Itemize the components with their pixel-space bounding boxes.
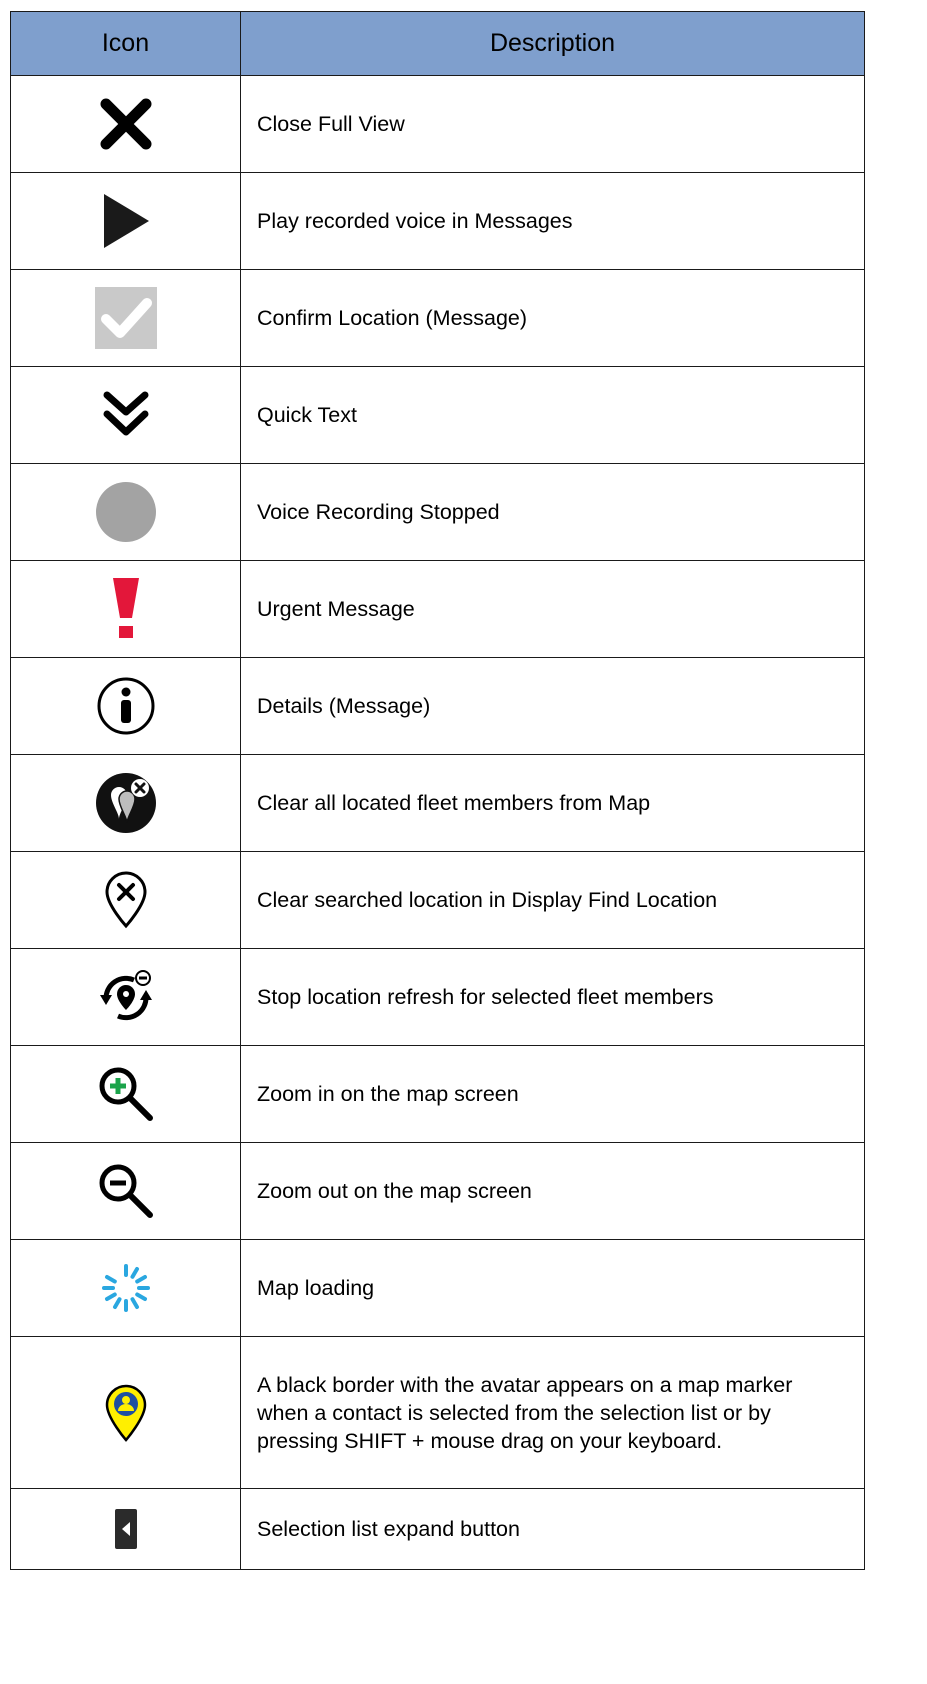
table-row: Zoom out on the map screen xyxy=(10,1142,865,1240)
description-cell: Close Full View xyxy=(240,75,865,173)
zoom-in-icon xyxy=(96,1064,156,1124)
loading-spinner-icon xyxy=(100,1262,152,1314)
table-row: Play recorded voice in Messages xyxy=(10,172,865,270)
gray-circle-icon xyxy=(95,481,157,543)
description-cell: Play recorded voice in Messages xyxy=(240,172,865,270)
icon-column-header: Icon xyxy=(10,11,241,76)
info-icon xyxy=(96,676,156,736)
play-icon xyxy=(101,194,151,248)
table-row: Clear all located fleet members from Map xyxy=(10,754,865,852)
icon-reference-table: Icon Description Close Full View Play re… xyxy=(10,11,865,1570)
clear-fleet-members-icon xyxy=(94,771,158,835)
table-row: Confirm Location (Message) xyxy=(10,269,865,367)
checkmark-icon xyxy=(94,287,157,349)
description-cell: Selection list expand button xyxy=(240,1488,865,1570)
table-row: Clear searched location in Display Find … xyxy=(10,851,865,949)
stop-refresh-icon xyxy=(96,967,156,1027)
table-row: Selection list expand button xyxy=(10,1488,865,1570)
description-cell: A black border with the avatar appears o… xyxy=(240,1336,865,1489)
table-row: Map loading xyxy=(10,1239,865,1337)
table-row: Details (Message) xyxy=(10,657,865,755)
table-row: Close Full View xyxy=(10,75,865,173)
table-row: A black border with the avatar appears o… xyxy=(10,1336,865,1489)
description-cell: Zoom out on the map screen xyxy=(240,1142,865,1240)
table-row: Voice Recording Stopped xyxy=(10,463,865,561)
description-cell: Voice Recording Stopped xyxy=(240,463,865,561)
expand-arrow-icon xyxy=(114,1509,137,1549)
description-cell: Clear searched location in Display Find … xyxy=(240,851,865,949)
table-row: Zoom in on the map screen xyxy=(10,1045,865,1143)
table-row: Urgent Message xyxy=(10,560,865,658)
table-header-row: Icon Description xyxy=(10,11,865,76)
zoom-out-icon xyxy=(96,1161,156,1221)
clear-location-pin-icon xyxy=(103,870,149,930)
description-cell: Confirm Location (Message) xyxy=(240,269,865,367)
exclamation-icon xyxy=(112,578,140,640)
double-chevron-down-icon xyxy=(101,390,151,440)
description-cell: Quick Text xyxy=(240,366,865,464)
description-cell: Stop location refresh for selected fleet… xyxy=(240,948,865,1046)
table-row: Quick Text xyxy=(10,366,865,464)
description-column-header: Description xyxy=(240,11,865,76)
description-cell: Clear all located fleet members from Map xyxy=(240,754,865,852)
table-row: Stop location refresh for selected fleet… xyxy=(10,948,865,1046)
description-cell: Zoom in on the map screen xyxy=(240,1045,865,1143)
close-icon xyxy=(96,94,156,154)
avatar-map-marker-icon xyxy=(104,1383,148,1443)
description-cell: Details (Message) xyxy=(240,657,865,755)
description-cell: Urgent Message xyxy=(240,560,865,658)
description-cell: Map loading xyxy=(240,1239,865,1337)
